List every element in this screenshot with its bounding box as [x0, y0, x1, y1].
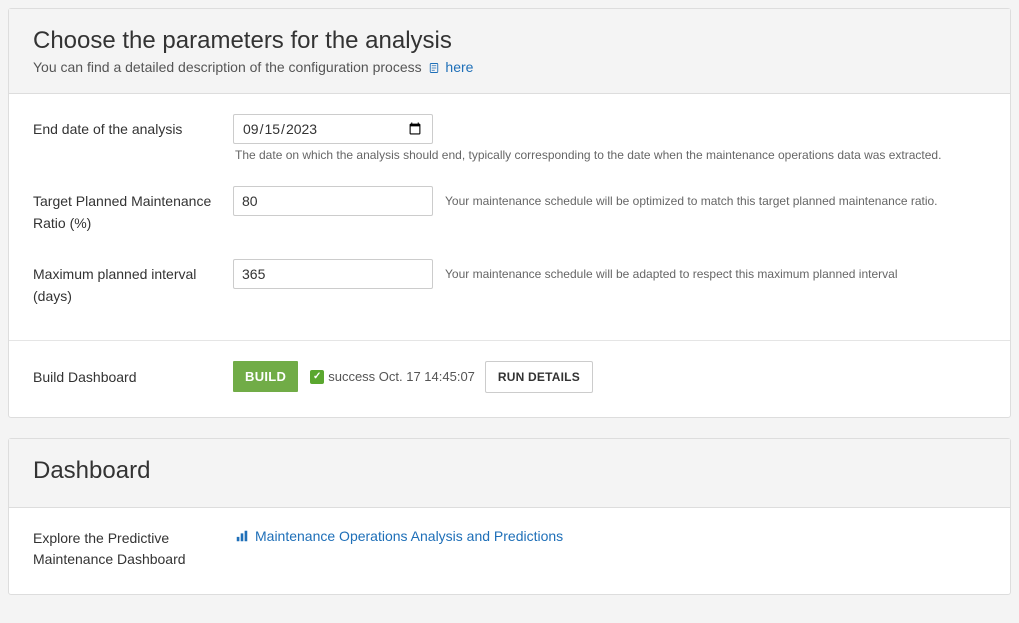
- max-interval-input[interactable]: [233, 259, 433, 289]
- build-section: Build Dashboard BUILD success Oct. 17 14…: [9, 340, 1010, 417]
- target-ratio-field-wrapper: Your maintenance schedule will be optimi…: [233, 186, 986, 216]
- end-date-label: End date of the analysis: [33, 114, 233, 140]
- target-ratio-row: Target Planned Maintenance Ratio (%) You…: [33, 186, 986, 235]
- max-interval-field-wrapper: Your maintenance schedule will be adapte…: [233, 259, 986, 289]
- dashboard-panel: Dashboard Explore the Predictive Mainten…: [8, 438, 1011, 595]
- dashboard-link[interactable]: Maintenance Operations Analysis and Pred…: [233, 528, 563, 544]
- panel-title: Choose the parameters for the analysis: [33, 27, 986, 55]
- dashboard-link-text: Maintenance Operations Analysis and Pred…: [255, 528, 563, 544]
- subtitle-text: You can find a detailed description of t…: [33, 59, 426, 75]
- explore-label: Explore the Predictive Maintenance Dashb…: [33, 528, 233, 570]
- target-ratio-input[interactable]: [233, 186, 433, 216]
- dashboard-body: Explore the Predictive Maintenance Dashb…: [9, 508, 1010, 594]
- parameters-panel: Choose the parameters for the analysis Y…: [8, 8, 1011, 418]
- panel-subtitle: You can find a detailed description of t…: [33, 59, 986, 75]
- max-interval-row: Maximum planned interval (days) Your mai…: [33, 259, 986, 308]
- max-interval-label: Maximum planned interval (days): [33, 259, 233, 308]
- parameters-panel-header: Choose the parameters for the analysis Y…: [9, 9, 1010, 94]
- run-details-button[interactable]: RUN DETAILS: [485, 361, 593, 393]
- build-button[interactable]: BUILD: [233, 361, 298, 392]
- end-date-input[interactable]: [233, 114, 433, 144]
- help-link[interactable]: here: [445, 59, 473, 75]
- build-status: success Oct. 17 14:45:07: [310, 369, 475, 384]
- end-date-row: End date of the analysis The date on whi…: [33, 114, 986, 162]
- build-status-text: success Oct. 17 14:45:07: [328, 369, 475, 384]
- dashboard-header: Dashboard: [9, 439, 1010, 508]
- target-ratio-help: Your maintenance schedule will be optimi…: [445, 194, 938, 208]
- max-interval-help: Your maintenance schedule will be adapte…: [445, 267, 897, 281]
- doc-icon: [428, 62, 440, 74]
- chart-icon: [235, 529, 249, 543]
- dashboard-title: Dashboard: [33, 457, 986, 485]
- dashboard-row: Explore the Predictive Maintenance Dashb…: [33, 528, 986, 570]
- target-ratio-label: Target Planned Maintenance Ratio (%): [33, 186, 233, 235]
- end-date-field-wrapper: The date on which the analysis should en…: [233, 114, 986, 162]
- end-date-help: The date on which the analysis should en…: [235, 148, 986, 162]
- parameters-body: End date of the analysis The date on whi…: [9, 94, 1010, 340]
- build-label: Build Dashboard: [33, 369, 233, 385]
- success-check-icon: [310, 370, 324, 384]
